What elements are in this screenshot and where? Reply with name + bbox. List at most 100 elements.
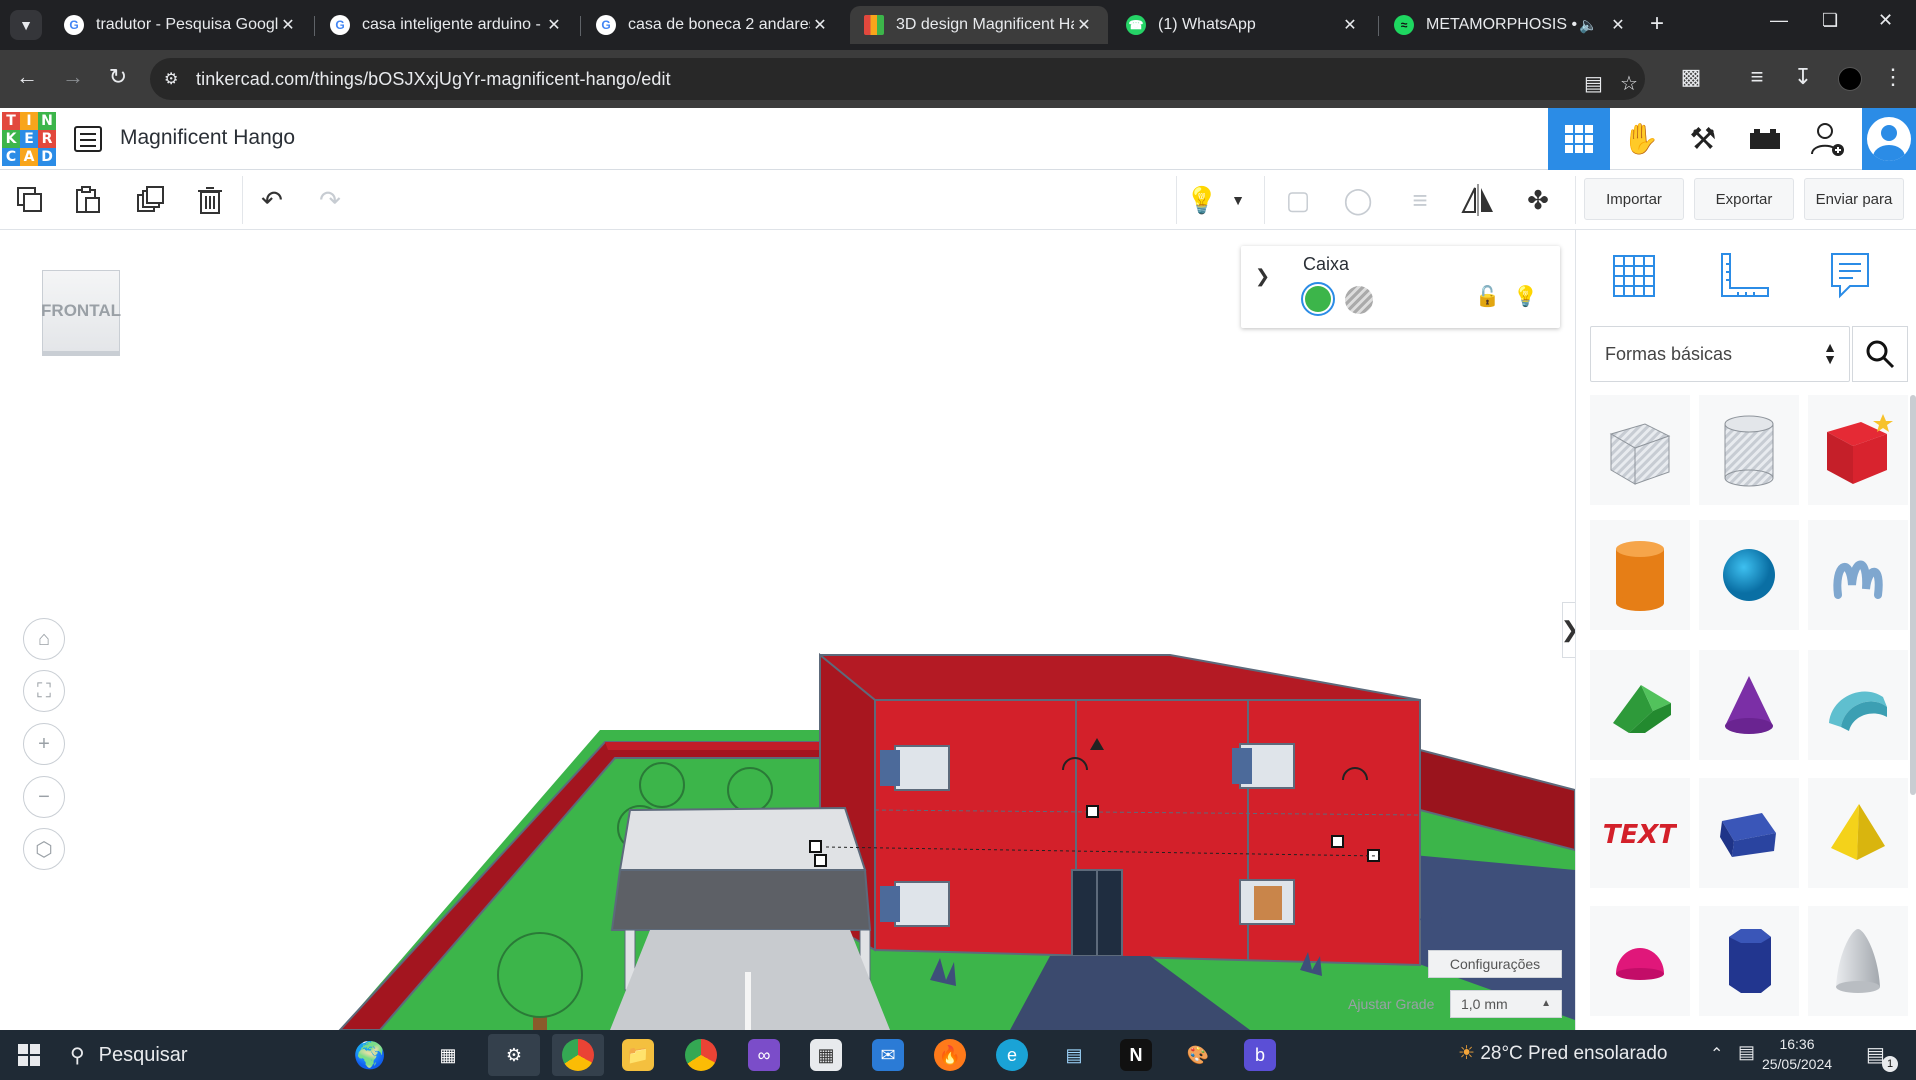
export-button[interactable]: Exportar: [1694, 178, 1794, 220]
close-icon[interactable]: ✕: [810, 15, 830, 35]
media-control-icon[interactable]: ≡: [1742, 64, 1772, 90]
view-cube[interactable]: FRONTAL: [41, 270, 121, 352]
home-view-icon[interactable]: ⌂: [23, 618, 65, 660]
reload-icon[interactable]: ↻: [103, 64, 133, 90]
settings-icon[interactable]: ⚙: [498, 1039, 530, 1071]
weather-widget[interactable]: ☀ 28°C Pred ensolarado: [1458, 1042, 1668, 1065]
browser-tab[interactable]: G casa inteligente arduino - I ✕: [316, 6, 578, 44]
mirror-icon[interactable]: [1458, 180, 1498, 220]
chevron-down-icon[interactable]: ▼: [1228, 180, 1248, 220]
design-list-icon[interactable]: [74, 126, 102, 152]
cylinder-orange-icon[interactable]: [1590, 520, 1690, 630]
file-explorer-icon[interactable]: 📁: [622, 1039, 654, 1071]
copy-icon[interactable]: [10, 180, 50, 220]
chevron-down-icon[interactable]: ❯: [1255, 266, 1270, 287]
box-hole-icon[interactable]: [1590, 395, 1690, 505]
lightbulb-icon[interactable]: 💡: [1513, 284, 1538, 309]
url-text[interactable]: tinkercad.com/things/bOSJXxjUgYr-magnifi…: [196, 69, 671, 90]
forward-icon[interactable]: →: [58, 64, 88, 90]
workplane-icon[interactable]: [1604, 246, 1664, 306]
tab-search-dropdown[interactable]: ▼: [10, 10, 42, 40]
chevron-up-icon[interactable]: ⌃: [1710, 1044, 1723, 1064]
ruler-icon[interactable]: [1714, 246, 1774, 306]
half-sphere-icon[interactable]: [1590, 906, 1690, 1016]
back-icon[interactable]: ←: [12, 64, 42, 90]
zoom-in-icon[interactable]: +: [23, 723, 65, 765]
grid-view-icon[interactable]: [1548, 108, 1610, 170]
undo-icon[interactable]: ↶: [252, 180, 292, 220]
close-icon[interactable]: ✕: [1608, 15, 1628, 35]
settings-button[interactable]: Configurações: [1428, 950, 1562, 978]
close-window-icon[interactable]: ✕: [1878, 10, 1893, 31]
scribble-icon[interactable]: [1808, 520, 1908, 630]
panel-scrollbar[interactable]: [1910, 395, 1916, 795]
extensions-icon[interactable]: ▩: [1676, 64, 1706, 90]
duplicate-icon[interactable]: [130, 180, 170, 220]
hole-swatch[interactable]: [1345, 286, 1373, 314]
menu-kebab-icon[interactable]: ⋮: [1878, 64, 1908, 90]
send-to-button[interactable]: Enviar para: [1804, 178, 1904, 220]
roof-green-icon[interactable]: [1590, 650, 1690, 760]
store-icon[interactable]: ▦: [810, 1039, 842, 1071]
taskbar-search[interactable]: ⚲ Pesquisar: [70, 1030, 330, 1080]
3d-scene[interactable]: [0, 230, 1575, 1030]
paint-icon[interactable]: 🎨: [1182, 1039, 1214, 1071]
add-user-icon[interactable]: [1796, 108, 1858, 170]
browser-tab-active[interactable]: 3D design Magnificent Har ✕: [850, 6, 1108, 44]
ungroup-icon[interactable]: ◯: [1338, 180, 1378, 220]
restore-icon[interactable]: ❏: [1822, 10, 1838, 31]
cylinder-hole-icon[interactable]: [1699, 395, 1799, 505]
cruise-icon[interactable]: ✤: [1518, 180, 1558, 220]
box-red-icon[interactable]: [1808, 395, 1908, 505]
pickaxe-icon[interactable]: ⚒: [1672, 108, 1734, 170]
notes-icon[interactable]: [1820, 246, 1880, 306]
shape-name[interactable]: Caixa: [1303, 254, 1349, 275]
profile-avatar[interactable]: [1838, 67, 1862, 91]
folder-blue-icon[interactable]: ▤: [1058, 1039, 1090, 1071]
browser-tab[interactable]: ≈ METAMORPHOSIS • IN 🔈 ✕: [1380, 6, 1642, 44]
cone-purple-icon[interactable]: [1699, 650, 1799, 760]
panel-toggle-arrow[interactable]: ❯: [1561, 602, 1575, 658]
close-icon[interactable]: ✕: [1340, 15, 1360, 35]
bing-icon[interactable]: b: [1244, 1039, 1276, 1071]
browser-tab[interactable]: ☎ (1) WhatsApp ✕: [1112, 6, 1374, 44]
workplane-viewport[interactable]: FRONTAL ⌂ ⛶ + − ⬡ ❯ Caixa 🔓 💡 ❯ Configur…: [0, 230, 1575, 1030]
polygon-blue-icon[interactable]: [1699, 778, 1799, 888]
lightbulb-icon[interactable]: 💡: [1182, 180, 1222, 220]
hexagonal-prism-icon[interactable]: [1699, 906, 1799, 1016]
hand-sim-icon[interactable]: ✋: [1610, 108, 1672, 170]
mail-icon[interactable]: ✉: [872, 1039, 904, 1071]
speaker-icon[interactable]: 🔈: [1579, 16, 1598, 34]
import-button[interactable]: Importar: [1584, 178, 1684, 220]
search-icon[interactable]: [1852, 326, 1908, 382]
align-icon[interactable]: ≡: [1400, 180, 1440, 220]
close-icon[interactable]: ✕: [1074, 15, 1094, 35]
lock-icon[interactable]: 🔓: [1475, 284, 1500, 309]
tinkercad-logo[interactable]: TINKERCAD: [2, 112, 56, 166]
visual-studio-icon[interactable]: ∞: [748, 1039, 780, 1071]
firefox-icon[interactable]: 🔥: [934, 1039, 966, 1071]
text-icon[interactable]: TEXT: [1590, 778, 1690, 888]
address-bar[interactable]: ⚙ tinkercad.com/things/bOSJXxjUgYr-magni…: [150, 58, 1645, 100]
solid-color-swatch[interactable]: [1301, 282, 1335, 316]
task-view-icon[interactable]: ▦: [432, 1039, 464, 1071]
zoom-out-icon[interactable]: −: [23, 776, 65, 818]
close-icon[interactable]: ✕: [544, 15, 564, 35]
windows-start-icon[interactable]: [18, 1044, 40, 1066]
download-icon[interactable]: ↧: [1788, 64, 1818, 90]
user-avatar[interactable]: [1862, 108, 1916, 170]
close-icon[interactable]: ✕: [278, 15, 298, 35]
bricks-icon[interactable]: [1734, 108, 1796, 170]
paraboloid-icon[interactable]: [1808, 906, 1908, 1016]
perspective-icon[interactable]: ⬡: [23, 828, 65, 870]
browser-tab[interactable]: G tradutor - Pesquisa Google ✕: [50, 6, 312, 44]
notion-icon[interactable]: N: [1120, 1039, 1152, 1071]
chrome-icon[interactable]: [562, 1039, 594, 1071]
group-icon[interactable]: ▢: [1278, 180, 1318, 220]
grid-snap-select[interactable]: 1,0 mm ▲: [1450, 990, 1562, 1018]
site-info-icon[interactable]: ⚙: [164, 69, 178, 89]
sphere-blue-icon[interactable]: [1699, 520, 1799, 630]
install-app-icon[interactable]: ▤: [1584, 71, 1603, 96]
minimize-icon[interactable]: —: [1770, 10, 1788, 31]
paste-icon[interactable]: [68, 180, 108, 220]
